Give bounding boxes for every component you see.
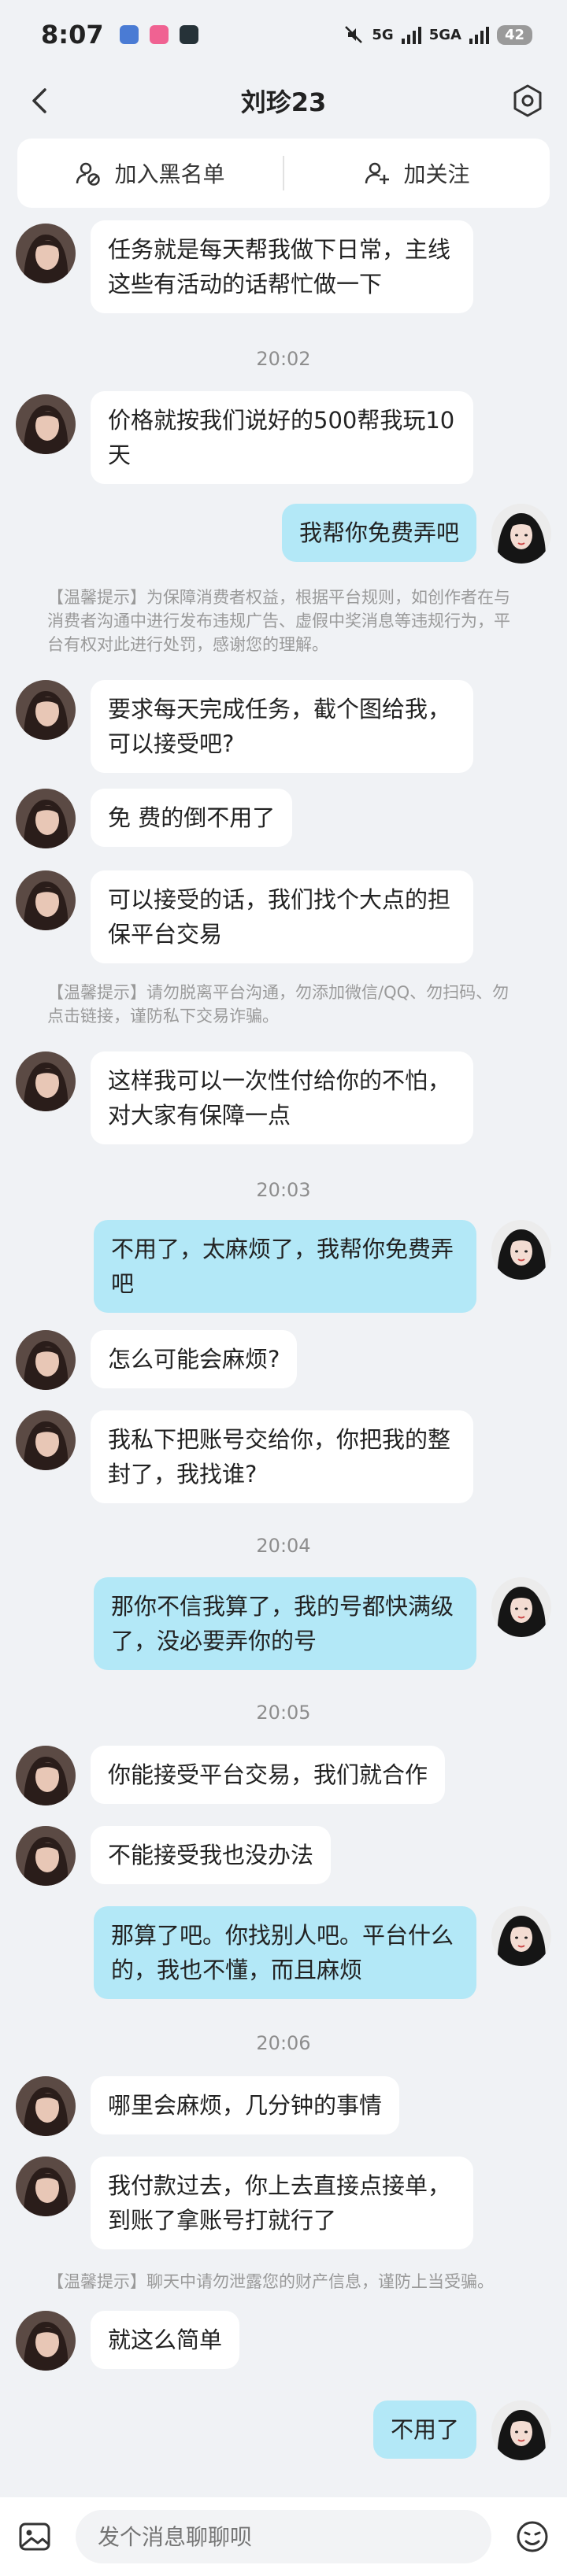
avatar[interactable] <box>16 680 76 740</box>
portrait-icon <box>16 1330 76 1390</box>
page-title: 刘珍23 <box>240 87 327 117</box>
portrait-icon <box>16 2076 76 2136</box>
emoji-icon[interactable] <box>515 2519 550 2554</box>
avatar[interactable] <box>16 1051 76 1111</box>
battery-icon: 42 <box>496 24 532 45</box>
message-bubble[interactable]: 这样我可以一次性付给你的不怕，对大家有保障一点 <box>91 1051 473 1144</box>
signal-icon <box>401 25 421 44</box>
timestamp: 20:04 <box>256 1535 311 1557</box>
chat-header: 刘珍23 <box>0 69 567 132</box>
timestamp: 20:03 <box>256 1179 311 1201</box>
message-bubble[interactable]: 任务就是每天帮我做下日常，主线这些有活动的话帮忙做一下 <box>91 220 473 313</box>
avatar[interactable] <box>16 2157 76 2216</box>
status-time: 8:07 <box>41 20 104 50</box>
portrait-icon <box>16 1051 76 1111</box>
portrait-icon <box>491 1577 551 1637</box>
status-bar: 8:07 5G 5GA 42 <box>0 0 567 69</box>
warm-tip-notice: 【温馨提示】请勿脱离平台沟通，勿添加微信/QQ、勿扫码、勿点击链接，谨防私下交易… <box>47 983 510 1026</box>
message-bubble[interactable]: 可以接受的话，我们找个大点的担保平台交易 <box>91 870 473 963</box>
avatar[interactable] <box>491 2400 551 2460</box>
portrait-icon <box>491 1220 551 1280</box>
message-bubble[interactable]: 免 费的倒不用了 <box>91 789 293 847</box>
avatar[interactable] <box>16 1410 76 1470</box>
message-bubble[interactable]: 那你不信我算了，我的号都快满级了，没必要弄你的号 <box>94 1577 476 1670</box>
gear-icon[interactable] <box>509 82 547 120</box>
avatar[interactable] <box>16 2311 76 2371</box>
timestamp: 20:02 <box>256 348 311 370</box>
portrait-icon <box>16 1826 76 1886</box>
network-label: 5G <box>372 26 394 43</box>
avatar[interactable] <box>16 870 76 930</box>
avatar[interactable] <box>16 1826 76 1886</box>
portrait-icon <box>16 2311 76 2371</box>
portrait-icon <box>16 1746 76 1805</box>
warm-tip-notice: 【温馨提示】聊天中请勿泄露您的财产信息，谨防上当受骗。 <box>47 2272 494 2291</box>
message-bubble[interactable]: 我私下把账号交给你，你把我的整封了，我找谁? <box>91 1410 473 1503</box>
avatar[interactable] <box>16 789 76 848</box>
avatar[interactable] <box>16 1330 76 1390</box>
portrait-icon <box>16 394 76 454</box>
portrait-icon <box>491 504 551 564</box>
warm-tip-notice: 【温馨提示】为保障消费者权益，根据平台规则，如创作者在与消费者沟通中进行发布违规… <box>47 588 510 654</box>
action-card: 加入黑名单 加关注 <box>17 139 550 208</box>
avatar[interactable] <box>16 1746 76 1805</box>
portrait-icon <box>16 789 76 848</box>
avatar[interactable] <box>491 1906 551 1966</box>
portrait-icon <box>491 2400 551 2460</box>
message-bubble[interactable]: 就这么简单 <box>91 2311 240 2369</box>
avatar[interactable] <box>16 2076 76 2136</box>
app-notification-icon <box>149 25 169 44</box>
portrait-icon <box>16 1410 76 1470</box>
portrait-icon <box>16 870 76 930</box>
blacklist-button[interactable]: 加入黑名单 <box>17 139 283 208</box>
image-icon[interactable] <box>17 2519 52 2554</box>
message-bubble[interactable]: 价格就按我们说好的500帮我玩10天 <box>91 391 473 484</box>
timestamp: 20:06 <box>256 2032 311 2054</box>
add-user-icon <box>365 162 390 184</box>
avatar[interactable] <box>491 504 551 564</box>
message-input[interactable] <box>76 2510 491 2563</box>
message-bubble[interactable]: 不用了 <box>372 2400 476 2459</box>
message-bubble[interactable]: 怎么可能会麻烦? <box>91 1330 298 1388</box>
message-bubble[interactable]: 不用了，太麻烦了，我帮你免费弄吧 <box>94 1220 476 1313</box>
avatar[interactable] <box>16 394 76 454</box>
portrait-icon <box>16 224 76 283</box>
timestamp: 20:05 <box>256 1702 311 1724</box>
follow-button[interactable]: 加关注 <box>284 139 550 208</box>
avatar[interactable] <box>16 224 76 283</box>
portrait-icon <box>16 680 76 740</box>
input-bar <box>0 2497 567 2576</box>
network-label-2: 5GA <box>428 26 461 43</box>
message-bubble[interactable]: 你能接受平台交易，我们就合作 <box>91 1746 446 1804</box>
blacklist-label: 加入黑名单 <box>114 161 225 187</box>
message-bubble[interactable]: 哪里会麻烦，几分钟的事情 <box>91 2076 400 2134</box>
signal-icon <box>469 25 489 44</box>
follow-label: 加关注 <box>403 161 470 187</box>
message-bubble[interactable]: 要求每天完成任务，截个图给我，可以接受吧? <box>91 680 473 773</box>
app-notification-icon <box>119 25 139 44</box>
block-user-icon <box>76 162 101 186</box>
message-bubble[interactable]: 我付款过去，你上去直接点接单，到账了拿账号打就行了 <box>91 2157 473 2249</box>
app-notification-icon <box>179 25 198 44</box>
avatar[interactable] <box>491 1220 551 1280</box>
message-bubble[interactable]: 那算了吧。你找别人吧。平台什么的，我也不懂，而且麻烦 <box>94 1906 476 1999</box>
mute-icon <box>345 26 363 43</box>
avatar[interactable] <box>491 1577 551 1637</box>
portrait-icon <box>491 1906 551 1966</box>
portrait-icon <box>16 2157 76 2216</box>
chevron-left-icon[interactable] <box>24 83 58 118</box>
message-bubble[interactable]: 我帮你免费弄吧 <box>281 504 476 562</box>
message-bubble[interactable]: 不能接受我也没办法 <box>91 1826 332 1884</box>
